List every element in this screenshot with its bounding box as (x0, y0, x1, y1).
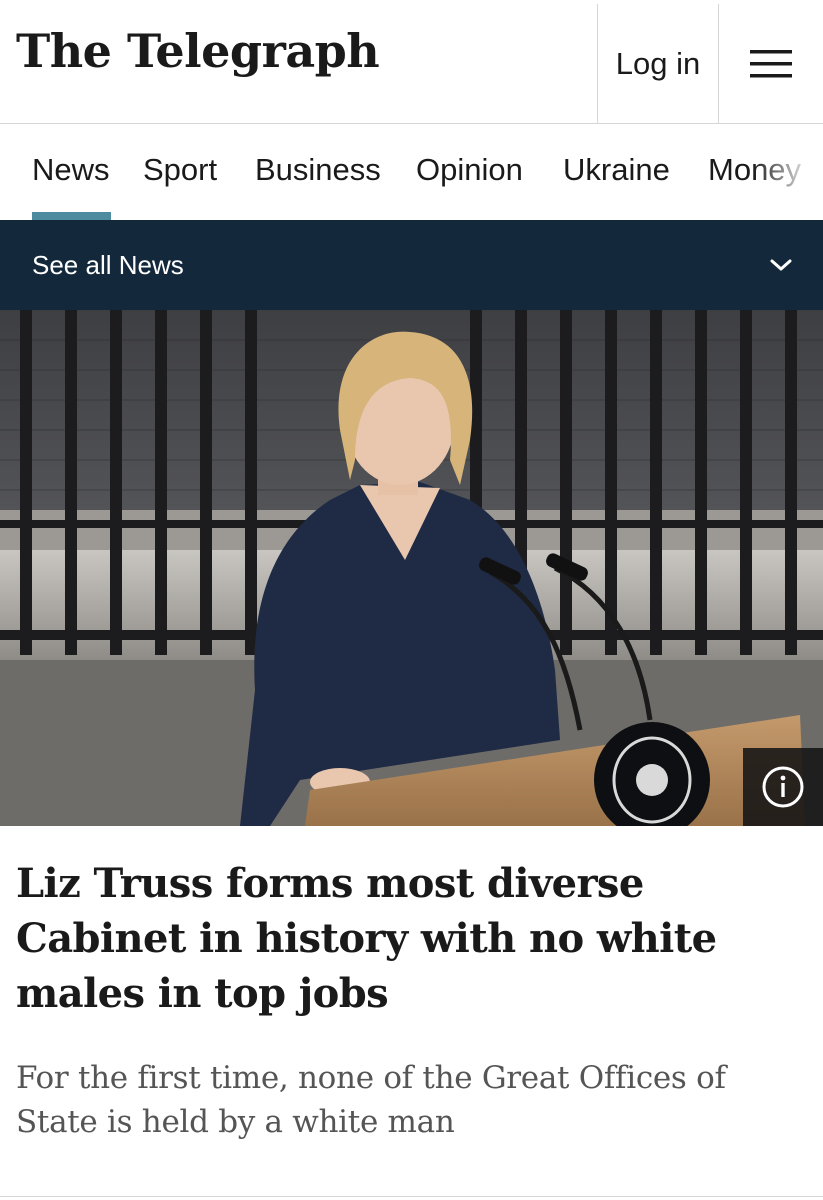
tab-ukraine[interactable]: Ukraine (563, 152, 670, 188)
hamburger-menu-icon (750, 50, 792, 78)
chevron-down-icon (770, 259, 792, 271)
see-all-news-label: See all News (32, 250, 184, 280)
article-headline: Liz Truss forms most diverse Cabinet in … (16, 860, 717, 1017)
tab-business[interactable]: Business (255, 152, 381, 188)
menu-button[interactable] (719, 4, 823, 124)
site-header: The Telegraph Log in (0, 0, 823, 124)
login-button[interactable]: Log in (597, 4, 719, 124)
divider (0, 1196, 823, 1197)
article-standfirst: For the first time, none of the Great Of… (16, 1060, 726, 1140)
telegraph-logo[interactable]: The Telegraph (16, 28, 380, 74)
hero-image (0, 310, 823, 826)
info-icon (762, 766, 804, 808)
section-nav: News Sport Business Opinion Ukraine Mone… (0, 124, 823, 220)
tab-money[interactable]: Money (708, 152, 801, 188)
tab-news[interactable]: News (32, 152, 110, 188)
see-all-news-bar[interactable]: See all News (0, 220, 823, 310)
tab-sport[interactable]: Sport (143, 152, 217, 188)
hero-photo (0, 310, 823, 826)
active-tab-indicator (32, 212, 111, 220)
tab-opinion[interactable]: Opinion (416, 152, 523, 188)
image-info-button[interactable] (743, 748, 823, 826)
